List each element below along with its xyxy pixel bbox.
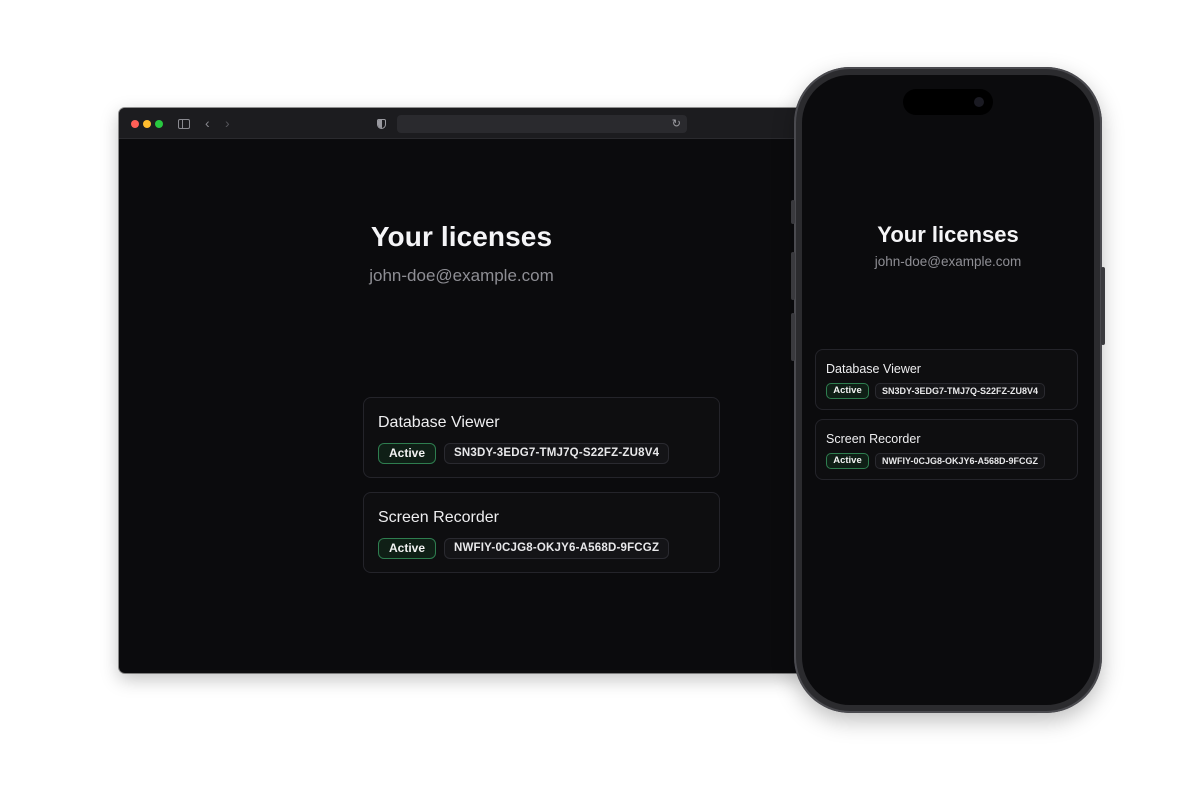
browser-window: ‹ › ↻ Your licenses john-doe@example.com… xyxy=(119,108,804,673)
browser-toolbar: ‹ › ↻ xyxy=(119,108,804,139)
status-badge: Active xyxy=(378,443,436,464)
zoom-window-button[interactable] xyxy=(155,120,163,128)
license-product-name: Database Viewer xyxy=(826,362,921,376)
showcase-stage: ‹ › ↻ Your licenses john-doe@example.com… xyxy=(0,0,1200,800)
phone-volume-down-button xyxy=(791,313,795,361)
account-email: john-doe@example.com xyxy=(874,254,1022,269)
license-card: Screen Recorder Active NWFIY-0CJG8-OKJY6… xyxy=(363,492,720,573)
browser-page: Your licenses john-doe@example.com Datab… xyxy=(119,139,804,673)
phone-action-button xyxy=(791,200,795,224)
license-product-name: Database Viewer xyxy=(378,414,500,431)
chevron-right-icon[interactable]: › xyxy=(225,115,230,131)
license-product-name: Screen Recorder xyxy=(826,432,921,446)
license-key[interactable]: NWFIY-0CJG8-OKJY6-A568D-9FCGZ xyxy=(875,453,1046,469)
camera-icon xyxy=(974,97,984,107)
close-window-button[interactable] xyxy=(131,120,139,128)
account-email: john-doe@example.com xyxy=(369,266,554,285)
license-card: Database Viewer Active SN3DY-3EDG7-TMJ7Q… xyxy=(363,397,720,478)
shield-icon[interactable] xyxy=(377,119,386,129)
license-card: Database Viewer Active SN3DY-3EDG7-TMJ7Q… xyxy=(815,349,1078,410)
phone-screen: Your licenses john-doe@example.com Datab… xyxy=(802,75,1094,705)
status-badge: Active xyxy=(826,383,869,399)
sidebar-icon[interactable] xyxy=(178,119,190,129)
license-key[interactable]: SN3DY-3EDG7-TMJ7Q-S22FZ-ZU8V4 xyxy=(875,383,1046,399)
phone-frame: Your licenses john-doe@example.com Datab… xyxy=(791,67,1105,713)
phone-volume-up-button xyxy=(791,252,795,300)
reload-icon[interactable]: ↻ xyxy=(672,116,681,132)
dynamic-island xyxy=(903,89,993,115)
phone-power-button xyxy=(1101,267,1105,345)
address-bar[interactable]: ↻ xyxy=(397,115,687,133)
license-key[interactable]: SN3DY-3EDG7-TMJ7Q-S22FZ-ZU8V4 xyxy=(444,443,670,464)
page-title: Your licenses xyxy=(877,222,1019,247)
license-product-name: Screen Recorder xyxy=(378,509,499,526)
license-key[interactable]: NWFIY-0CJG8-OKJY6-A568D-9FCGZ xyxy=(444,538,670,559)
license-card: Screen Recorder Active NWFIY-0CJG8-OKJY6… xyxy=(815,419,1078,480)
minimize-window-button[interactable] xyxy=(143,120,151,128)
status-badge: Active xyxy=(826,453,869,469)
chevron-left-icon[interactable]: ‹ xyxy=(205,115,210,131)
page-title: Your licenses xyxy=(370,221,553,252)
status-badge: Active xyxy=(378,538,436,559)
